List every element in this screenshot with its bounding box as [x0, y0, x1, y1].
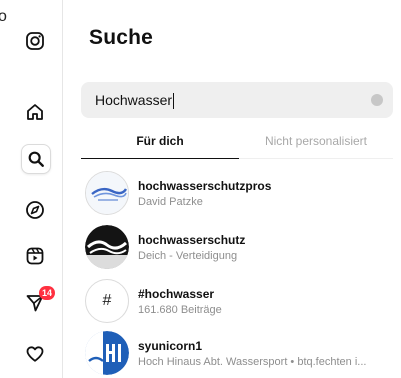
tab-fuer-dich[interactable]: Für dich	[81, 134, 239, 159]
search-input-value[interactable]: Hochwasser	[95, 92, 175, 110]
messages-icon[interactable]: 14	[21, 286, 56, 317]
avatar	[85, 331, 129, 375]
messages-badge: 14	[39, 286, 56, 300]
left-nav-rail: 14	[8, 0, 63, 378]
result-subtitle: Hoch Hinaus Abt. Wassersport • btq.fecht…	[138, 356, 367, 368]
avatar	[85, 225, 129, 269]
home-icon[interactable]	[21, 98, 49, 126]
result-subtitle: Deich - Verteidigung	[138, 250, 238, 262]
result-title: #hochwasser	[138, 287, 215, 301]
search-result-item[interactable]: hochwasserschutzpros David Patzke	[85, 171, 385, 215]
search-result-item[interactable]: hochwasserschutz Deich - Verteidigung	[85, 225, 385, 269]
tab-nicht-personalisiert[interactable]: Nicht personalisiert	[239, 134, 393, 159]
page-title: Suche	[89, 26, 154, 49]
explore-compass-icon[interactable]	[21, 196, 49, 224]
instagram-logo-icon[interactable]	[21, 27, 49, 55]
clear-search-icon[interactable]	[371, 94, 383, 106]
result-subtitle: 161.680 Beiträge	[138, 304, 222, 316]
result-title: hochwasserschutzpros	[138, 179, 272, 193]
search-icon[interactable]	[21, 144, 51, 174]
text-caret	[173, 93, 175, 110]
search-panel: Suche Hochwasser Für dich Nicht personal…	[63, 0, 401, 378]
reels-icon[interactable]	[21, 242, 49, 270]
result-title: hochwasserschutz	[138, 233, 246, 247]
avatar	[85, 171, 129, 215]
notifications-heart-icon[interactable]	[21, 340, 49, 368]
left-edge-strip: o	[0, 0, 7, 378]
result-subtitle: David Patzke	[138, 196, 203, 208]
search-result-item[interactable]: syunicorn1 Hoch Hinaus Abt. Wassersport …	[85, 331, 385, 375]
search-result-item[interactable]: # #hochwasser 161.680 Beiträge	[85, 279, 385, 323]
search-input[interactable]: Hochwasser	[81, 82, 393, 118]
hashtag-icon: #	[85, 279, 129, 323]
result-title: syunicorn1	[138, 339, 203, 353]
cropped-text-fragment: o	[0, 8, 7, 25]
